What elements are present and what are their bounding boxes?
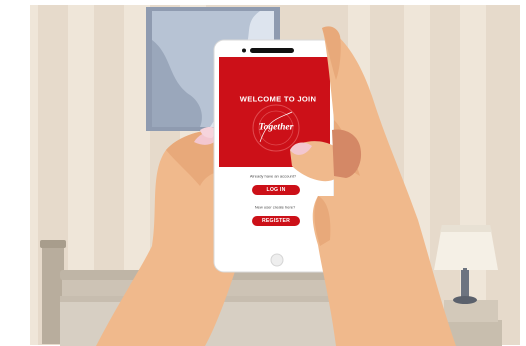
login-button-label: LOG IN	[266, 187, 286, 193]
login-button[interactable]: LOG IN	[252, 185, 300, 195]
login-prompt: Already have an account?	[249, 173, 297, 179]
register-button-label: REGISTER	[261, 218, 291, 224]
logo-text: Together	[258, 121, 294, 133]
welcome-heading: WELCOME TO JOIN	[239, 94, 317, 104]
register-button[interactable]: REGISTER	[252, 216, 300, 226]
register-prompt: New user create here?	[254, 204, 296, 210]
app-screen: WELCOME TO JOIN Together Already have an…	[0, 0, 526, 346]
